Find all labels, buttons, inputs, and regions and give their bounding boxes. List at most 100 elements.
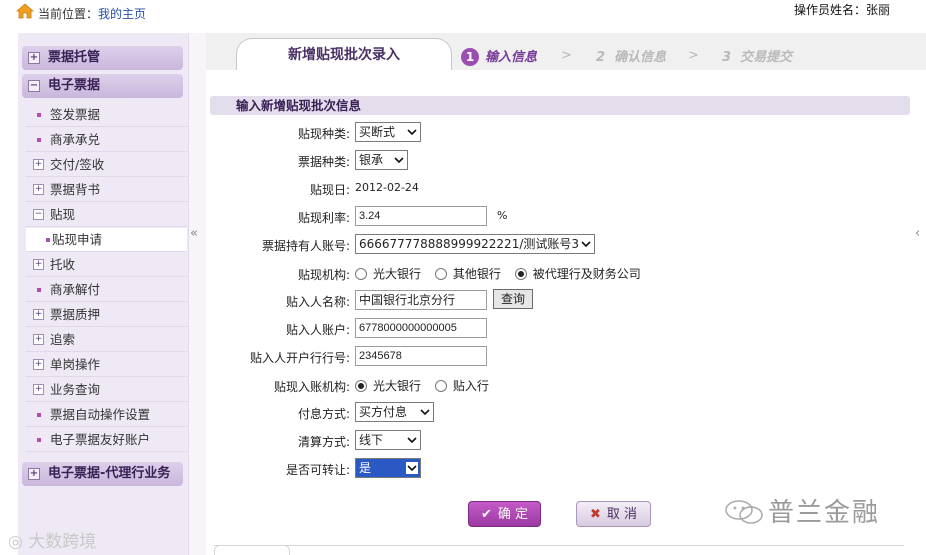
breadcrumb-prefix: 当前位置： [38, 7, 99, 21]
sidebar-item-friendly-accounts[interactable]: 电子票据友好账户 [26, 428, 187, 452]
breadcrumb: 当前位置：我的主页 [38, 5, 146, 22]
select-value: 买断式 [359, 125, 396, 139]
institution-option-agent[interactable]: 被代理行及财务公司 [514, 267, 641, 281]
tab-new-discount-batch[interactable]: 新增贴现批次录入 [236, 38, 452, 70]
select-value: 买方付息 [359, 405, 408, 419]
sidebar-group-agent-business[interactable]: + 电子票据-代理行业务 [22, 462, 183, 486]
expand-plus-icon: + [33, 334, 44, 345]
radio-button[interactable] [514, 268, 527, 280]
buyer-account-input[interactable]: 6778000000000005 [355, 318, 487, 338]
wechat-icon [725, 500, 763, 524]
collapse-right-icon[interactable]: ‹ [915, 226, 920, 241]
chevron-down-icon [420, 409, 430, 416]
cancel-button[interactable]: ✖ 取 消 [576, 501, 651, 527]
interest-select[interactable]: 买方付息 [355, 402, 434, 422]
watermark-right-text: 普兰金融 [768, 498, 881, 528]
confirm-label: 确 定 [497, 507, 529, 522]
sidebar-item-label: 票据背书 [50, 182, 101, 197]
check-icon: ✔ [480, 507, 492, 522]
clearing-select[interactable]: 线下 [355, 430, 421, 450]
transferable-label: 是否可转让: [285, 463, 350, 477]
radio-button[interactable] [355, 380, 367, 392]
step-2: 2 确认信息 [596, 46, 666, 65]
bullet-icon [37, 438, 41, 442]
collapse-minus-icon: − [28, 80, 40, 92]
transferable-select[interactable]: 是 [355, 458, 421, 478]
sidebar-item-acceptance[interactable]: 商承承兑 [26, 128, 187, 152]
confirm-button[interactable]: ✔ 确 定 [468, 501, 541, 527]
select-value: 银承 [359, 153, 384, 167]
operator-name: 操作员姓名：张丽 [794, 3, 891, 17]
row-interest: 付息方式: 买方付息 [206, 401, 906, 425]
breadcrumb-home-link[interactable]: 我的主页 [98, 7, 146, 21]
bullet-icon [37, 113, 41, 117]
buyer-bank-label: 贴入人开户行行号: [249, 351, 350, 365]
sidebar-item-query[interactable]: + 业务查询 [26, 378, 187, 402]
sidebar-item-issue-bill[interactable]: 签发票据 [26, 103, 187, 127]
expand-plus-icon: + [33, 309, 44, 320]
sidebar-item-label: 交付/签收 [50, 157, 105, 172]
step-label: 交易提交 [740, 50, 793, 65]
buyer-bank-input[interactable]: 2345678 [355, 346, 487, 366]
sidebar-item-discount-apply[interactable]: 贴现申请 [26, 228, 187, 252]
sidebar-item-pledge[interactable]: + 票据质押 [26, 303, 187, 327]
sidebar-item-single-post[interactable]: + 单岗操作 [26, 353, 187, 377]
sidebar-item-auto-settings[interactable]: 票据自动操作设置 [26, 403, 187, 427]
sidebar-item-discount[interactable]: − 贴现 [26, 203, 187, 227]
row-buyer-bank: 贴入人开户行行号: 2345678 [206, 345, 906, 369]
radio-button[interactable] [434, 380, 447, 392]
radio-label: 被代理行及财务公司 [532, 267, 641, 281]
watermark-left-text: 大数跨境 [28, 532, 97, 552]
entry-option-buyer-bank[interactable]: 贴入行 [434, 379, 489, 393]
radio-button[interactable] [355, 268, 367, 280]
rate-unit: % [497, 209, 508, 222]
interest-label: 付息方式: [297, 407, 350, 421]
sidebar-item-label: 托收 [50, 257, 76, 272]
chevron-down-icon [407, 129, 417, 136]
select-value: 线下 [359, 433, 384, 447]
buyer-name-input[interactable]: 中国银行北京分行 [355, 290, 487, 310]
rate-input[interactable]: 3.24 [355, 206, 487, 226]
bill-type-select[interactable]: 银承 [355, 150, 408, 170]
sidebar-group-ebill[interactable]: − 电子票据 [22, 74, 183, 98]
discount-type-label: 贴现种类: [297, 127, 350, 141]
holder-account-select[interactable]: 666677778888999922221/测试账号3 [355, 234, 595, 254]
discount-date-label: 贴现日: [309, 183, 350, 197]
watermark-left: ◎ 大数跨境 [8, 527, 96, 552]
clearing-label: 清算方式: [297, 435, 350, 449]
institution-label: 贴现机构: [297, 268, 350, 282]
sidebar-item-recourse[interactable]: + 追索 [26, 328, 187, 352]
step-separator: > [688, 48, 699, 63]
query-button[interactable]: 查询 [493, 289, 533, 309]
sidebar-item-delivery[interactable]: + 交付/签收 [26, 153, 187, 177]
sidebar-item-endorsement[interactable]: + 票据背书 [26, 178, 187, 202]
sidebar-item-label: 单岗操作 [50, 357, 101, 372]
row-buyer-name: 贴入人名称: 中国银行北京分行 查询 [206, 289, 906, 313]
row-transferable: 是否可转让: 是 [206, 457, 906, 481]
bullet-icon [37, 413, 41, 417]
home-icon[interactable] [16, 3, 34, 19]
collapse-minus-icon: − [33, 209, 44, 220]
sidebar-item-label: 商承解付 [50, 282, 101, 297]
sidebar-item-label: 贴现申请 [52, 232, 103, 247]
sidebar-group-custody[interactable]: + 票据托管 [22, 46, 183, 70]
expand-plus-icon: + [28, 468, 40, 480]
row-bill-type: 票据种类: 银承 [206, 149, 906, 173]
discount-type-select[interactable]: 买断式 [355, 122, 421, 142]
collapse-left-icon[interactable]: « [190, 226, 198, 241]
institution-option-everbright[interactable]: 光大银行 [355, 267, 421, 281]
sidebar-item-payment[interactable]: 商承解付 [26, 278, 187, 302]
holder-account-label: 票据持有人账号: [261, 239, 350, 253]
radio-button[interactable] [434, 268, 447, 280]
step-label: 输入信息 [485, 50, 538, 65]
row-clearing: 清算方式: 线下 [206, 429, 906, 453]
entry-option-everbright[interactable]: 光大银行 [355, 379, 421, 393]
section-title: 输入新增贴现批次信息 [210, 96, 910, 115]
sidebar-toggle-strip[interactable] [188, 33, 206, 555]
institution-option-other[interactable]: 其他银行 [434, 267, 501, 281]
sidebar-item-label: 贴现 [50, 207, 76, 222]
sidebar-item-collection[interactable]: + 托收 [26, 253, 187, 277]
row-entry-institution: 贴现入账机构: 光大银行 贴入行 [206, 374, 906, 398]
bullet-icon [37, 288, 41, 292]
buyer-name-label: 贴入人名称: [285, 295, 350, 309]
